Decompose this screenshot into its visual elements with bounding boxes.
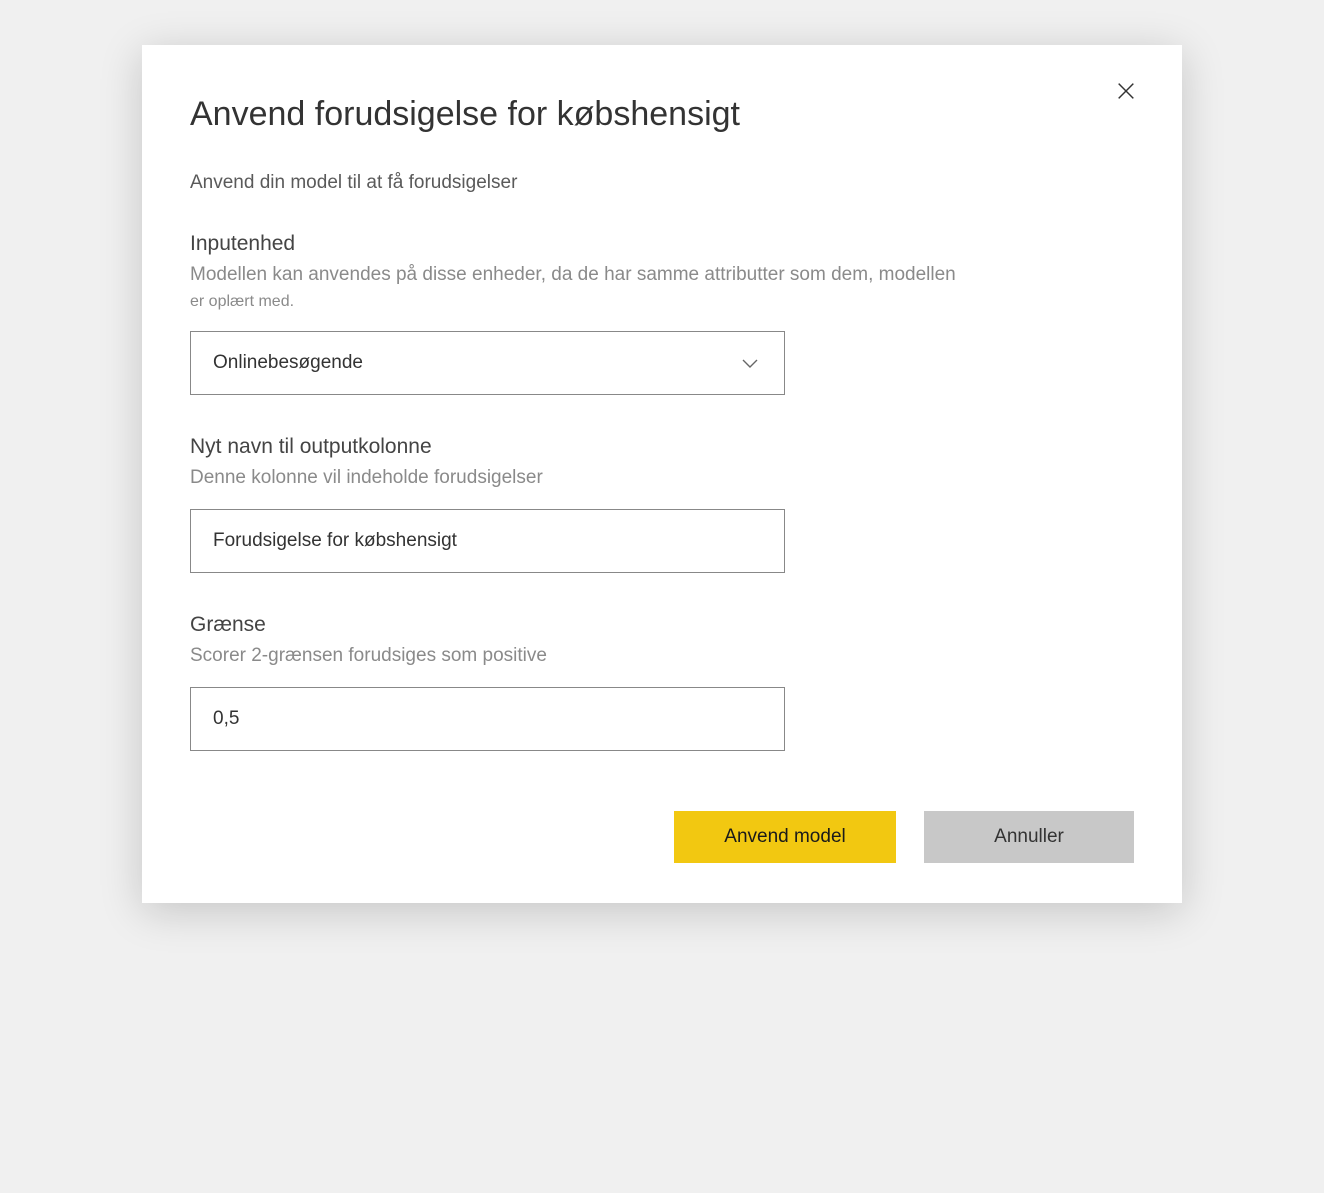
- input-entity-selected: Onlinebesøgende: [213, 352, 363, 374]
- input-entity-dropdown[interactable]: Onlinebesøgende: [190, 331, 785, 395]
- dialog-subtitle: Anvend din model til at få forudsigelser: [190, 172, 1134, 194]
- output-column-input[interactable]: [190, 509, 785, 573]
- dialog-button-row: Anvend model Annuller: [190, 811, 1134, 863]
- input-entity-desc-text2: er oplært med.: [190, 293, 294, 310]
- apply-model-button[interactable]: Anvend model: [674, 811, 896, 863]
- output-column-description: Denne kolonne vil indeholde forudsigelse…: [190, 465, 1134, 491]
- input-entity-section: Inputenhed Modellen kan anvendes på diss…: [190, 232, 1134, 395]
- close-icon: [1115, 80, 1137, 102]
- threshold-section: Grænse Scorer 2-grænsen forudsiges som p…: [190, 613, 1134, 751]
- input-entity-label: Inputenhed: [190, 232, 1134, 256]
- input-entity-description: Modellen kan anvendes på disse enheder, …: [190, 262, 1134, 313]
- chevron-down-icon: [738, 351, 762, 375]
- threshold-description: Scorer 2-grænsen forudsiges som positive: [190, 643, 1134, 669]
- input-entity-desc-text: Modellen kan anvendes på disse enheder, …: [190, 264, 956, 285]
- threshold-input[interactable]: [190, 687, 785, 751]
- cancel-button[interactable]: Annuller: [924, 811, 1134, 863]
- apply-prediction-dialog: Anvend forudsigelse for købshensigt Anve…: [142, 45, 1182, 903]
- close-button[interactable]: [1112, 77, 1140, 105]
- threshold-label: Grænse: [190, 613, 1134, 637]
- output-column-label: Nyt navn til outputkolonne: [190, 435, 1134, 459]
- dialog-title: Anvend forudsigelse for købshensigt: [190, 95, 1134, 134]
- output-column-section: Nyt navn til outputkolonne Denne kolonne…: [190, 435, 1134, 573]
